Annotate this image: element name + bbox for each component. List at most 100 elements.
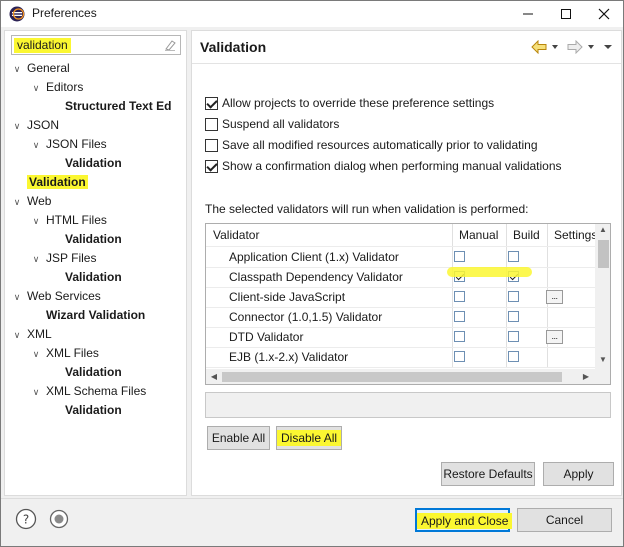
scroll-thumb[interactable]	[598, 240, 609, 268]
option-save-modified[interactable]: Save all modified resources automaticall…	[205, 136, 538, 154]
build-checkbox[interactable]	[508, 291, 519, 302]
chevron-down-icon[interactable]: ∨	[11, 118, 23, 135]
disable-all-button[interactable]: Disable All	[276, 426, 342, 450]
window-title: Preferences	[32, 6, 97, 20]
tree-item[interactable]: ∨ JSON	[11, 117, 59, 134]
filter-field[interactable]: validation	[11, 35, 181, 55]
column-header-validator[interactable]: Validator	[213, 224, 259, 246]
validator-name[interactable]: Application Client (1.x) Validator	[229, 247, 399, 267]
scroll-right-icon[interactable]: ▶	[579, 372, 593, 381]
scroll-left-icon[interactable]: ◀	[207, 372, 221, 381]
horizontal-scrollbar[interactable]: ◀ ▶	[206, 369, 610, 384]
tree-item[interactable]: ∨ JSON Files	[30, 136, 107, 153]
manual-checkbox[interactable]	[454, 331, 465, 342]
svg-text:?: ?	[23, 513, 29, 527]
back-menu-chevron-down-icon[interactable]	[551, 43, 559, 51]
build-checkbox[interactable]	[508, 311, 519, 322]
maximize-button[interactable]	[549, 1, 583, 27]
tree-item[interactable]: Validation	[49, 402, 122, 419]
tree-item-label: Editors	[46, 80, 84, 94]
validator-name[interactable]: DTD Validator	[229, 327, 303, 347]
option-allow-override[interactable]: Allow projects to override these prefere…	[205, 94, 494, 112]
tree-item[interactable]: Wizard Validation	[30, 307, 145, 324]
forward-menu-chevron-down-icon[interactable]	[587, 43, 595, 51]
vertical-scrollbar[interactable]: ▲ ▼	[595, 224, 610, 369]
restore-defaults-button[interactable]: Restore Defaults	[441, 462, 535, 486]
chevron-down-icon[interactable]: ∨	[30, 137, 42, 154]
option-label: Save all modified resources automaticall…	[222, 138, 538, 152]
checkbox[interactable]	[205, 117, 218, 131]
validator-name[interactable]: Classpath Dependency Validator	[229, 267, 403, 287]
checkbox[interactable]	[205, 159, 218, 173]
chevron-down-icon[interactable]: ∨	[30, 384, 42, 401]
tree-item[interactable]: ∨ HTML Files	[30, 212, 107, 229]
tree-item[interactable]: ∨ JSP Files	[30, 250, 97, 268]
tree-item[interactable]: Validation	[11, 174, 88, 191]
checkbox[interactable]	[205, 138, 218, 152]
validator-name[interactable]: EJB (1.x-2.x) Validator	[229, 347, 348, 367]
tree-item[interactable]: ∨ XML Schema Files	[30, 383, 147, 401]
enable-all-button[interactable]: Enable All	[207, 426, 270, 450]
scroll-up-icon[interactable]: ▲	[596, 225, 610, 234]
validator-name[interactable]: Connector (1.0,1.5) Validator	[229, 307, 382, 327]
option-suspend-validators[interactable]: Suspend all validators	[205, 115, 339, 133]
tree-item-label: HTML Files	[46, 213, 107, 227]
tree-item[interactable]: Structured Text Ed	[49, 98, 171, 115]
apply-and-close-button[interactable]: Apply and Close	[415, 508, 513, 532]
help-icon[interactable]: ?	[15, 508, 37, 530]
tree-item[interactable]: ∨ XML Files	[30, 345, 99, 362]
chevron-down-icon[interactable]: ∨	[11, 194, 23, 211]
maximize-icon	[561, 9, 571, 19]
chevron-down-icon[interactable]: ∨	[30, 346, 42, 363]
back-arrow-icon[interactable]	[531, 40, 547, 54]
tree-item-label: Validation	[65, 270, 122, 284]
validator-description-box	[205, 392, 611, 418]
tree: ∨ General ∨ Editors Structured Text Ed ∨ JSON ∨…	[5, 59, 186, 495]
scroll-thumb[interactable]	[222, 372, 562, 382]
checkbox[interactable]	[205, 96, 218, 110]
manual-checkbox[interactable]	[454, 291, 465, 302]
tree-item-label: XML Files	[46, 346, 99, 360]
tree-item[interactable]: ∨ Editors	[30, 79, 84, 97]
chevron-down-icon[interactable]: ∨	[11, 289, 23, 306]
minimize-button[interactable]	[511, 1, 545, 27]
column-header-build[interactable]: Build	[513, 224, 540, 246]
build-checkbox[interactable]	[508, 351, 519, 362]
scroll-down-icon[interactable]: ▼	[596, 355, 610, 364]
tree-item[interactable]: ∨ XML	[11, 326, 52, 343]
close-button[interactable]	[587, 1, 621, 27]
button-label: Enable All	[211, 431, 266, 445]
view-menu-chevron-down-icon[interactable]	[603, 43, 613, 51]
column-header-manual[interactable]: Manual	[459, 224, 498, 246]
tree-item[interactable]: ∨ General	[11, 60, 70, 77]
validator-settings-button[interactable]: ...	[546, 330, 563, 344]
build-checkbox[interactable]	[508, 251, 519, 262]
chevron-down-icon[interactable]: ∨	[30, 213, 42, 230]
tree-item[interactable]: Validation	[49, 231, 122, 248]
validator-settings-button[interactable]: ...	[546, 290, 563, 304]
tree-item[interactable]: Validation	[49, 155, 122, 172]
cancel-button[interactable]: Cancel	[517, 508, 612, 532]
tree-item[interactable]: Validation	[49, 269, 122, 286]
build-checkbox[interactable]	[508, 331, 519, 342]
chevron-down-icon[interactable]: ∨	[11, 61, 23, 78]
column-header-settings[interactable]: Settings	[554, 224, 597, 246]
tree-item-label: Structured Text Ed	[65, 99, 172, 113]
apply-button[interactable]: Apply	[543, 462, 614, 486]
validator-name[interactable]: Client-side JavaScript	[229, 287, 345, 307]
forward-arrow-icon[interactable]	[567, 40, 583, 54]
import-export-icon[interactable]	[48, 508, 70, 530]
chevron-down-icon[interactable]: ∨	[30, 251, 42, 268]
chevron-down-icon[interactable]: ∨	[30, 80, 42, 97]
manual-checkbox[interactable]	[454, 351, 465, 362]
manual-checkbox[interactable]	[454, 311, 465, 322]
chevron-down-icon[interactable]: ∨	[11, 327, 23, 344]
manual-checkbox[interactable]	[454, 251, 465, 262]
tree-item[interactable]: Validation	[49, 364, 122, 381]
tree-item[interactable]: ∨ Web Services	[11, 288, 101, 305]
clear-filter-icon[interactable]	[163, 38, 177, 52]
filter-text[interactable]: validation	[14, 38, 71, 53]
option-show-confirmation[interactable]: Show a confirmation dialog when performi…	[205, 157, 562, 175]
page-navigation	[531, 39, 613, 55]
tree-item[interactable]: ∨ Web	[11, 193, 52, 211]
